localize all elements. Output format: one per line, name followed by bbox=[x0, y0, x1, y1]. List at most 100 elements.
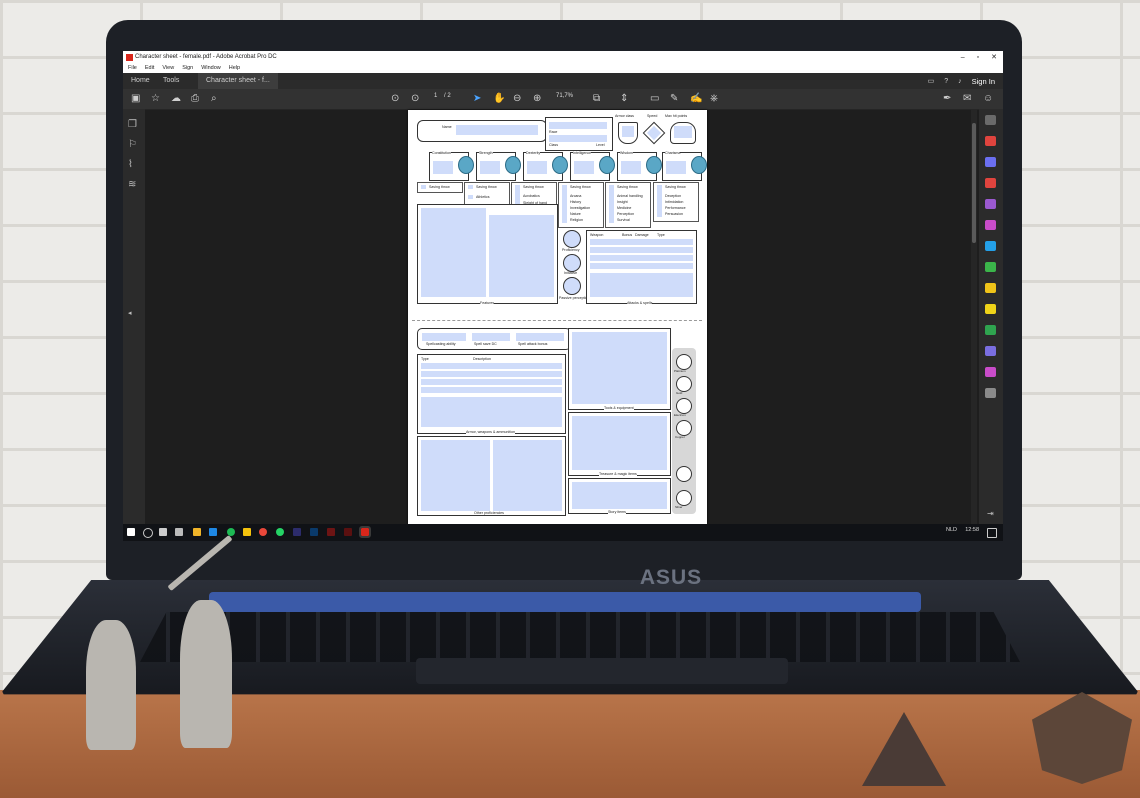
name-field[interactable] bbox=[456, 125, 538, 135]
notifications-icon[interactable] bbox=[987, 528, 997, 538]
menu-help[interactable]: Help bbox=[229, 64, 240, 73]
comment-tool-icon[interactable]: ▭ bbox=[650, 91, 659, 107]
spell-attack-bonus-field[interactable] bbox=[516, 333, 564, 341]
tab-tools[interactable]: Tools bbox=[163, 73, 179, 89]
spells-field[interactable] bbox=[590, 273, 693, 297]
edit-pdf-icon[interactable] bbox=[985, 220, 996, 230]
attack-row[interactable] bbox=[590, 239, 693, 245]
story-items-field[interactable] bbox=[572, 482, 667, 509]
explorer-icon[interactable] bbox=[193, 528, 201, 536]
star-icon[interactable]: ☆ bbox=[151, 91, 160, 107]
ability-score-field[interactable] bbox=[480, 161, 500, 174]
armor-row[interactable] bbox=[421, 371, 562, 377]
potion-circle[interactable] bbox=[676, 466, 692, 482]
zoom-level[interactable]: 71,7% bbox=[556, 93, 573, 99]
ability-score-field[interactable] bbox=[433, 161, 453, 174]
scroll-mode-icon[interactable]: ⇕ bbox=[620, 91, 628, 107]
tab-document[interactable]: Character sheet - f... bbox=[198, 73, 278, 89]
checkbox[interactable] bbox=[468, 195, 473, 199]
platinum-coin-field[interactable] bbox=[676, 354, 692, 370]
checkbox-column[interactable] bbox=[657, 185, 662, 217]
page-up-icon[interactable]: ⊙ bbox=[391, 91, 399, 107]
gold-coin-field[interactable] bbox=[676, 376, 692, 392]
attack-row[interactable] bbox=[590, 247, 693, 253]
ability-score-field[interactable] bbox=[666, 161, 686, 174]
menu-file[interactable]: File bbox=[128, 64, 137, 73]
features-field-right[interactable] bbox=[489, 215, 554, 297]
taskbar-clock[interactable]: 12:58 bbox=[965, 527, 979, 533]
race-field[interactable] bbox=[549, 122, 607, 129]
attack-row[interactable] bbox=[590, 255, 693, 261]
fit-page-icon[interactable]: ⧉ bbox=[593, 91, 600, 107]
protect-icon[interactable] bbox=[985, 262, 996, 272]
page-number-input[interactable]: 1 bbox=[434, 93, 437, 99]
other-proficiencies-field-right[interactable] bbox=[493, 440, 562, 511]
armor-row[interactable] bbox=[421, 387, 562, 393]
adobe-app-icon[interactable] bbox=[327, 528, 335, 536]
checkbox[interactable] bbox=[468, 185, 473, 189]
menu-edit[interactable]: Edit bbox=[145, 64, 154, 73]
shield-icon[interactable] bbox=[985, 346, 996, 356]
export-pdf-icon[interactable] bbox=[985, 136, 996, 146]
send-for-review-icon[interactable] bbox=[985, 325, 996, 335]
help-icon[interactable]: ? bbox=[944, 78, 948, 85]
chrome-icon[interactable] bbox=[259, 528, 267, 536]
adobe-reader-icon[interactable] bbox=[344, 528, 352, 536]
search-icon[interactable]: ⌕ bbox=[211, 91, 217, 107]
tools-field[interactable] bbox=[572, 332, 667, 404]
passive-perception-circle[interactable] bbox=[563, 277, 581, 295]
bookmark-icon[interactable]: ⚐ bbox=[128, 139, 137, 150]
attachment-icon[interactable]: ⌇ bbox=[128, 159, 133, 170]
checkbox-column[interactable] bbox=[562, 185, 567, 223]
highlight-icon[interactable]: ✎ bbox=[670, 91, 678, 107]
create-pdf-icon[interactable] bbox=[985, 157, 996, 167]
maximize-button[interactable]: ▫ bbox=[977, 51, 979, 64]
select-cursor-icon[interactable]: ➤ bbox=[473, 91, 481, 107]
upload-icon[interactable]: ☁ bbox=[171, 91, 181, 107]
combine-files-icon[interactable] bbox=[985, 178, 996, 188]
photoshop-icon[interactable] bbox=[310, 528, 318, 536]
fill-sign-tool-icon[interactable] bbox=[985, 283, 996, 293]
checkbox-column[interactable] bbox=[609, 185, 614, 223]
windows-start-icon[interactable] bbox=[127, 528, 135, 536]
ability-score-field[interactable] bbox=[574, 161, 594, 174]
max-hp-field[interactable] bbox=[674, 126, 692, 138]
armor-row[interactable] bbox=[421, 379, 562, 385]
close-button[interactable]: ✕ bbox=[991, 51, 997, 64]
copper-coin-field[interactable] bbox=[676, 420, 692, 436]
organize-pages-icon[interactable] bbox=[985, 199, 996, 209]
other-proficiencies-field-left[interactable] bbox=[421, 440, 490, 511]
fill-sign-icon[interactable]: ✒ bbox=[943, 91, 951, 107]
enhance-scans-icon[interactable] bbox=[985, 241, 996, 251]
page-thumbnails-icon[interactable]: ❐ bbox=[128, 119, 137, 130]
menu-sign[interactable]: Sign bbox=[182, 64, 193, 73]
menu-window[interactable]: Window bbox=[201, 64, 221, 73]
scrollbar-thumb[interactable] bbox=[972, 123, 976, 243]
layers-icon[interactable]: ≋ bbox=[128, 179, 136, 190]
zoom-out-icon[interactable]: ⊖ bbox=[513, 91, 521, 107]
page-down-icon[interactable]: ⊙ bbox=[411, 91, 419, 107]
features-field-left[interactable] bbox=[421, 208, 486, 297]
more-tools-icon[interactable] bbox=[985, 388, 996, 398]
initiative-circle[interactable] bbox=[563, 254, 581, 272]
comment-tool-side-icon[interactable] bbox=[985, 304, 996, 314]
store-icon[interactable] bbox=[175, 528, 183, 536]
folder-icon[interactable] bbox=[243, 528, 251, 536]
ammunition-field[interactable] bbox=[421, 397, 562, 427]
bell-icon[interactable]: ♪ bbox=[958, 78, 962, 85]
prepare-form-icon[interactable] bbox=[985, 367, 996, 377]
ability-score-field[interactable] bbox=[527, 161, 547, 174]
menu-view[interactable]: View bbox=[162, 64, 174, 73]
speed-field[interactable] bbox=[646, 125, 662, 141]
zoom-in-icon[interactable]: ⊕ bbox=[533, 91, 541, 107]
spell-save-dc-field[interactable] bbox=[472, 333, 510, 341]
zoom-tool-icon[interactable] bbox=[985, 115, 996, 125]
tab-home[interactable]: Home bbox=[131, 73, 150, 89]
electrum-coin-field[interactable] bbox=[676, 398, 692, 414]
language-indicator[interactable]: NLD bbox=[946, 527, 957, 533]
outlook-icon[interactable] bbox=[209, 528, 217, 536]
vertical-scrollbar[interactable] bbox=[971, 109, 977, 524]
spellcasting-ability-field[interactable] bbox=[422, 333, 466, 341]
collapse-pane-icon[interactable]: ⇥ bbox=[987, 509, 994, 518]
stamp-icon[interactable]: ⎈ bbox=[710, 91, 718, 107]
